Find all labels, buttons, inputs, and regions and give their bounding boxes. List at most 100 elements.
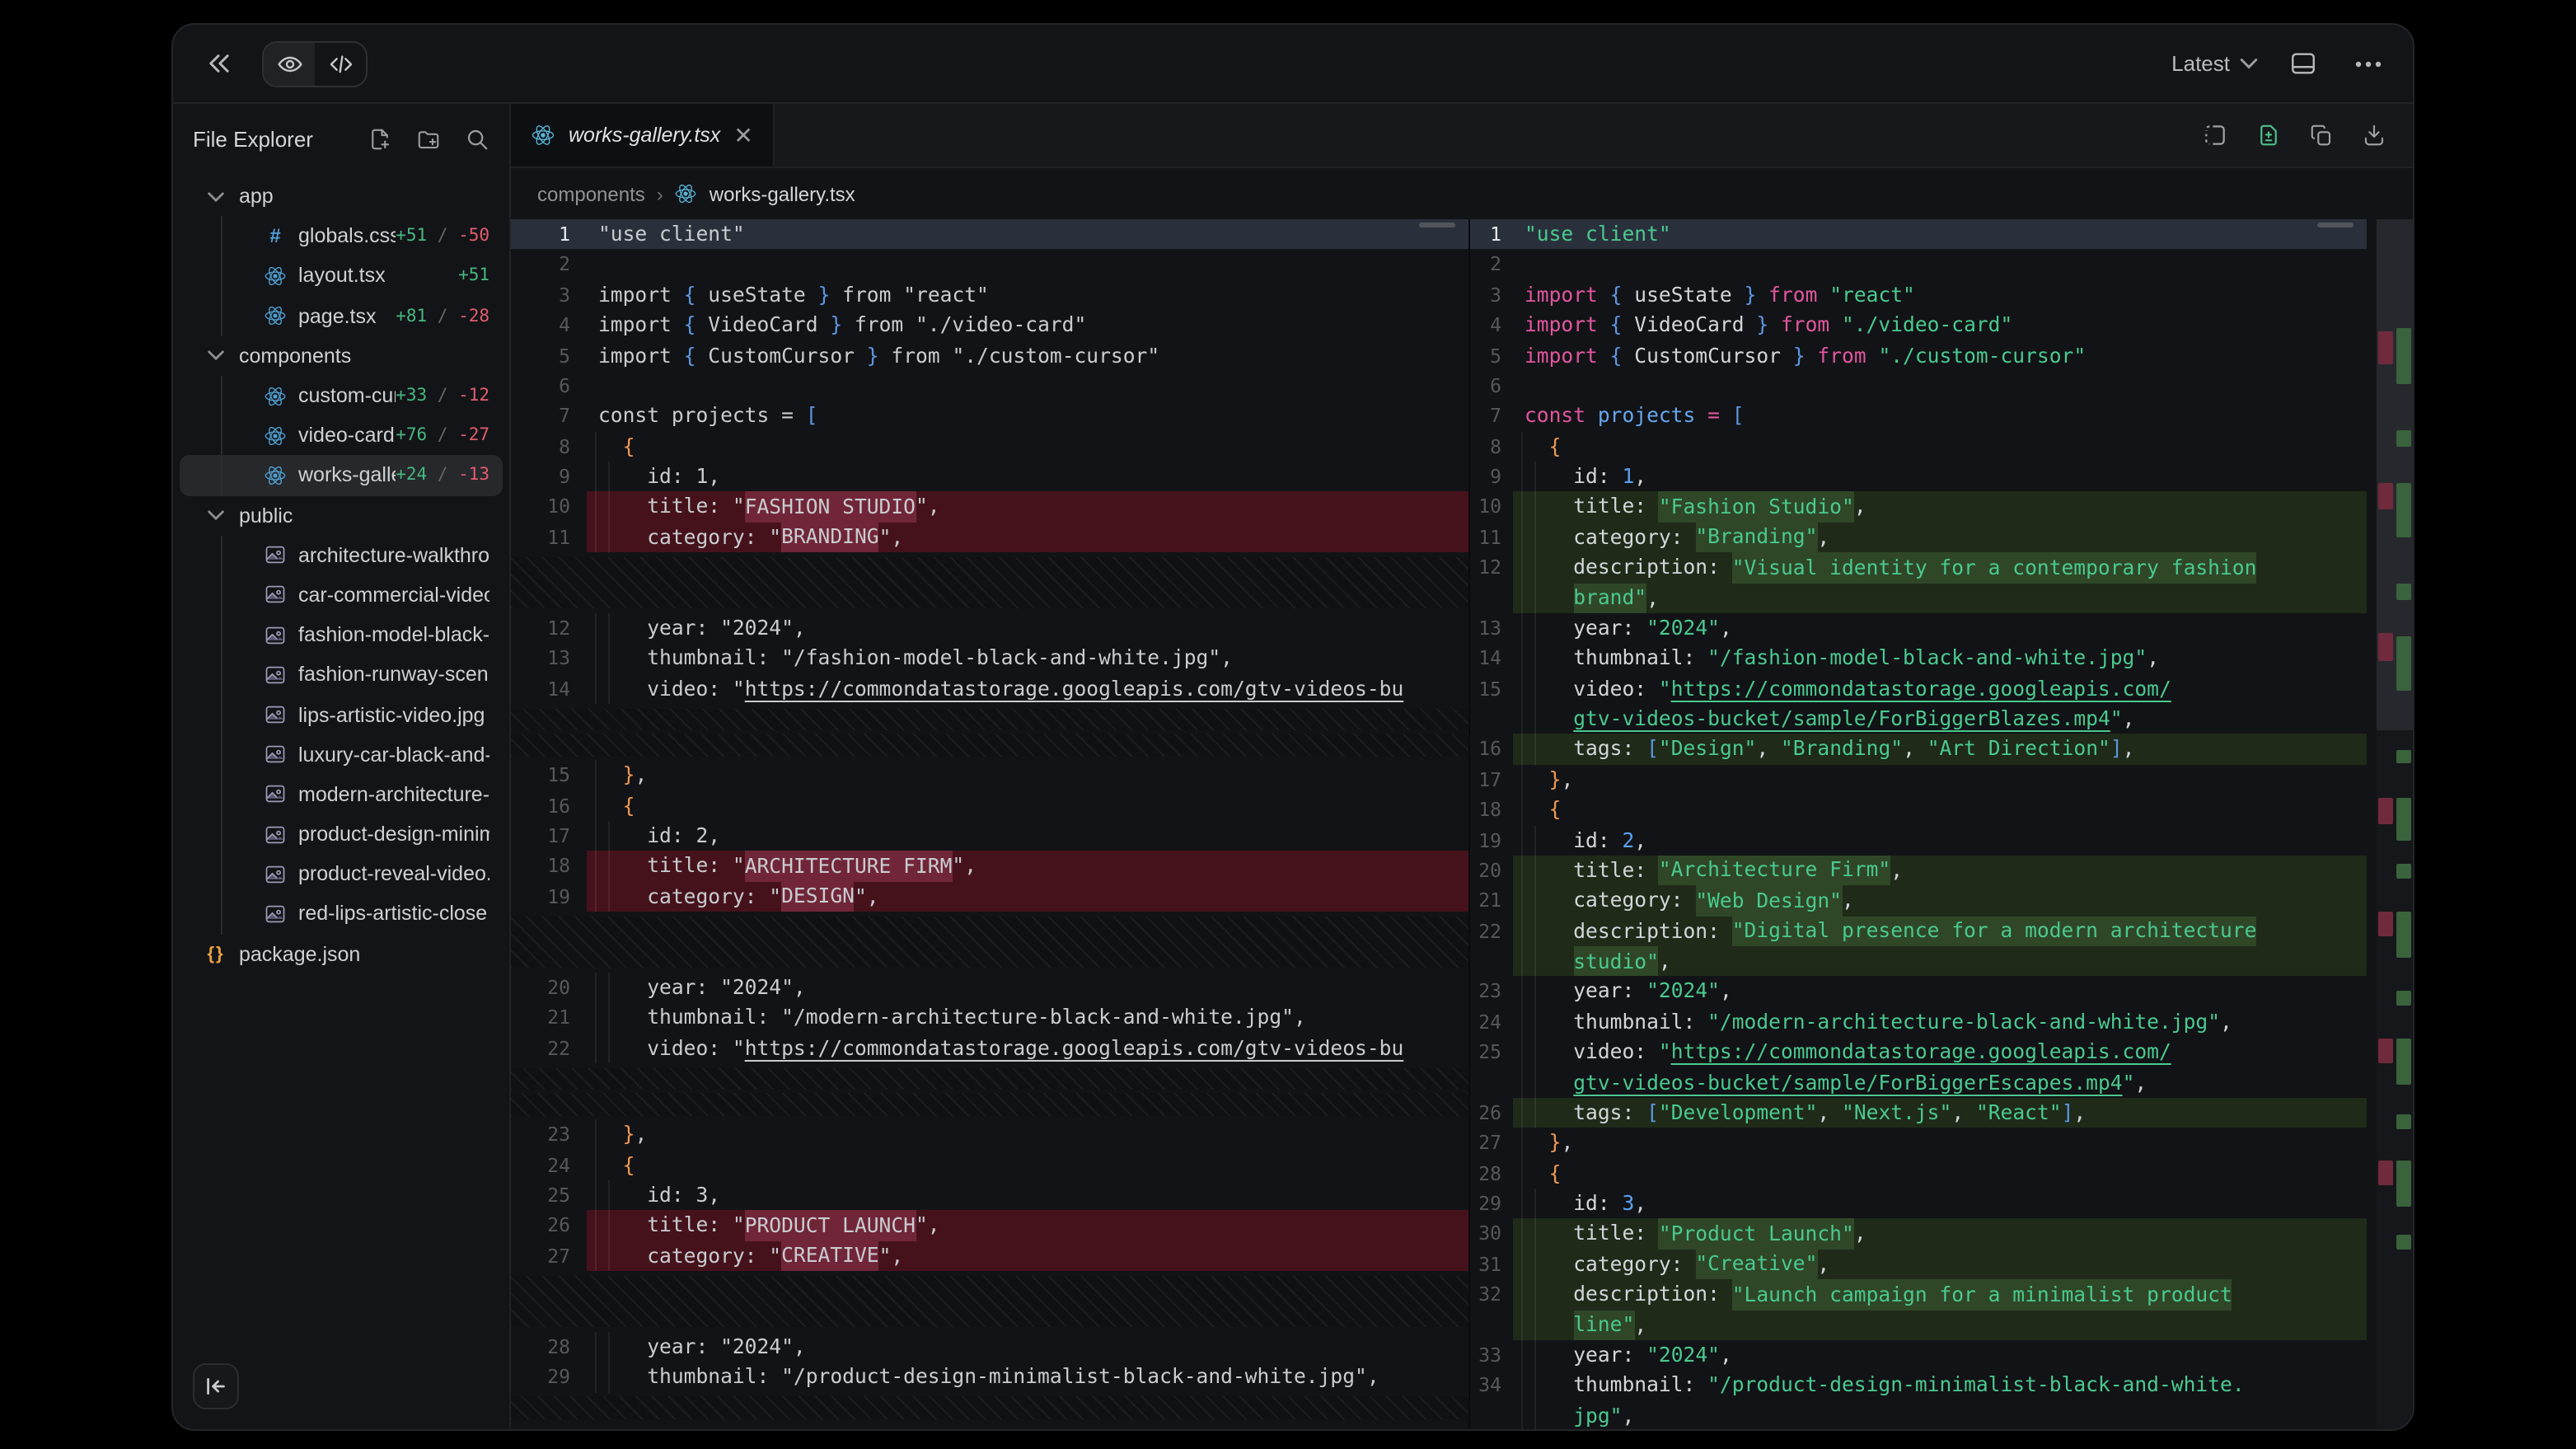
code-line: 2: [511, 250, 1468, 280]
code-content: import { useState } from "react": [587, 280, 1468, 311]
code-line: 23 year: "2024",: [1470, 977, 2367, 1007]
scrollbar-thumb[interactable]: [1419, 223, 1455, 227]
tree-item-product-reveal-video.j-[interactable]: product-reveal-video.j…: [180, 854, 503, 893]
chevron-down-icon: [2240, 58, 2258, 69]
line-number: 9: [511, 462, 587, 492]
code-content: [587, 371, 1468, 401]
version-dropdown[interactable]: Latest: [2171, 51, 2258, 76]
code-line: 34 thumbnail: "/product-design-minimalis…: [1470, 1371, 2367, 1401]
code-content: gtv-videos-bucket/sample/ForBiggerEscape…: [1513, 1067, 2367, 1098]
tree-item-car-commercial-video-[interactable]: car-commercial-video…: [180, 575, 503, 615]
line-number: 10: [511, 492, 587, 523]
code-line: 25 video: "https://commondatastorage.goo…: [1470, 1037, 2367, 1067]
tree-item-globals.css[interactable]: #globals.css+51 / -50: [180, 216, 503, 256]
indent-guide: [221, 456, 222, 495]
panel-layout-button[interactable]: [2281, 42, 2324, 85]
code-line: 7const projects = [: [511, 401, 1468, 432]
line-number: 4: [1470, 310, 1513, 340]
collapse-sidebar-button[interactable]: [193, 1363, 239, 1409]
more-options-button[interactable]: [2347, 42, 2390, 85]
tree-item-package.json[interactable]: {}package.json: [180, 934, 503, 973]
code-line: 11 category: "Branding",: [1470, 523, 2367, 553]
top-toolbar: Latest: [173, 25, 2413, 104]
line-number: 5: [1470, 340, 1513, 371]
code-line: 4import { VideoCard } from "./video-card…: [511, 310, 1468, 340]
code-content: category: "DESIGN",: [587, 882, 1468, 912]
diff-pane-new: 1"use client"23import { useState } from …: [1470, 219, 2367, 1429]
file-diff-button[interactable]: [2256, 122, 2281, 148]
line-number: 25: [1470, 1037, 1513, 1067]
tree-item-works-galler-[interactable]: works-galler…+24 / -13: [180, 456, 503, 495]
ellipsis-icon: [2355, 60, 2382, 67]
tree-item-video-card.tsx[interactable]: video-card.tsx+76 / -27: [180, 415, 503, 455]
tab-works-gallery[interactable]: works-gallery.tsx ✕: [511, 104, 775, 166]
minimap-removed-mark: [2378, 1039, 2393, 1063]
tree-item-components[interactable]: components: [180, 336, 503, 376]
tree-item-label: red-lips-artistic-close…: [298, 903, 489, 926]
code-content: const projects = [: [587, 401, 1468, 432]
new-folder-button[interactable]: [415, 126, 442, 151]
minimap-added-mark: [2396, 1235, 2411, 1250]
tree-item-product-design-minim-[interactable]: product-design-minim…: [180, 814, 503, 854]
tree-item-label: custom-curs…: [298, 384, 396, 407]
line-number: 5: [511, 340, 587, 371]
indent-guide: [221, 814, 222, 854]
indent-guide: [221, 894, 222, 934]
tree-item-lips-artistic-video.jpg[interactable]: lips-artistic-video.jpg: [180, 695, 503, 734]
scrollbar-thumb[interactable]: [2317, 223, 2354, 227]
app-window: Latest: [171, 23, 2414, 1431]
line-number: 2: [511, 250, 587, 280]
tree-item-red-lips-artistic-close-[interactable]: red-lips-artistic-close…: [180, 894, 503, 934]
tree-item-architecture-walkthro-[interactable]: architecture-walkthro…: [180, 535, 503, 574]
diff-alignment-filler: [511, 556, 1468, 609]
new-file-button[interactable]: [368, 126, 392, 151]
close-icon[interactable]: ✕: [733, 124, 752, 147]
copy-button[interactable]: [2309, 122, 2334, 148]
minimap-added-mark: [2396, 864, 2411, 879]
minimap-added-mark: [2396, 798, 2411, 841]
scroll-strip[interactable]: [2367, 219, 2377, 1429]
diff-minimap[interactable]: [2377, 219, 2413, 1429]
code-content: category: "Creative",: [1513, 1250, 2367, 1280]
tree-item-fashion-model-black-[interactable]: fashion-model-black-…: [180, 615, 503, 654]
breadcrumb-parent[interactable]: components: [537, 182, 645, 205]
line-number: 33: [1470, 1340, 1513, 1371]
tree-item-layout.tsx[interactable]: layout.tsx+51: [180, 256, 503, 296]
react-icon: [262, 265, 288, 287]
code-line: 25 id: 3,: [511, 1180, 1468, 1211]
line-number: 28: [511, 1332, 587, 1362]
code-content: description: "Visual identity for a cont…: [1513, 552, 2367, 583]
minimap-added-mark: [2396, 584, 2411, 600]
download-button[interactable]: [2362, 122, 2386, 148]
code-content: thumbnail: "/product-design-minimalist-b…: [587, 1362, 1468, 1393]
collapse-panel-button[interactable]: [196, 42, 239, 85]
css-hash-icon: #: [262, 225, 288, 248]
diff-alignment-filler: [511, 708, 1468, 730]
tree-item-fashion-runway-scen-[interactable]: fashion-runway-scen…: [180, 655, 503, 695]
line-number: 11: [511, 523, 587, 553]
tree-item-custom-curs-[interactable]: custom-curs…+33 / -12: [180, 376, 503, 415]
code-line: line",: [1470, 1310, 2367, 1340]
line-number: 22: [1470, 916, 1513, 946]
code-toggle-button[interactable]: [315, 42, 366, 85]
tree-item-app[interactable]: app: [180, 176, 503, 216]
code-line: 19 id: 2,: [1470, 825, 2367, 856]
tree-item-label: car-commercial-video…: [298, 584, 489, 607]
code-line: 1"use client": [1470, 219, 2367, 250]
code-line: 13 year: "2024",: [1470, 613, 2367, 644]
tree-item-luxury-car-black-and-[interactable]: luxury-car-black-and-…: [180, 734, 503, 774]
tree-item-page.tsx[interactable]: page.tsx+81 / -28: [180, 296, 503, 335]
code-content: id: 3,: [587, 1180, 1468, 1211]
split-view-button[interactable]: [2202, 122, 2228, 148]
code-line: 28 {: [1470, 1158, 2367, 1189]
code-content: title: "Fashion Studio",: [1513, 492, 2367, 523]
preview-toggle-button[interactable]: [264, 42, 315, 85]
tree-item-public[interactable]: public: [180, 495, 503, 535]
search-icon[interactable]: [465, 126, 489, 151]
line-number: 23: [511, 1120, 587, 1151]
code-line: 22 description: "Digital presence for a …: [1470, 916, 2367, 946]
tree-item-modern-architecture-[interactable]: modern-architecture-…: [180, 775, 503, 814]
code-line: 13 thumbnail: "/fashion-model-black-and-…: [511, 644, 1468, 674]
line-number: 34: [1470, 1371, 1513, 1401]
breadcrumb-file: works-gallery.tsx: [710, 182, 855, 205]
